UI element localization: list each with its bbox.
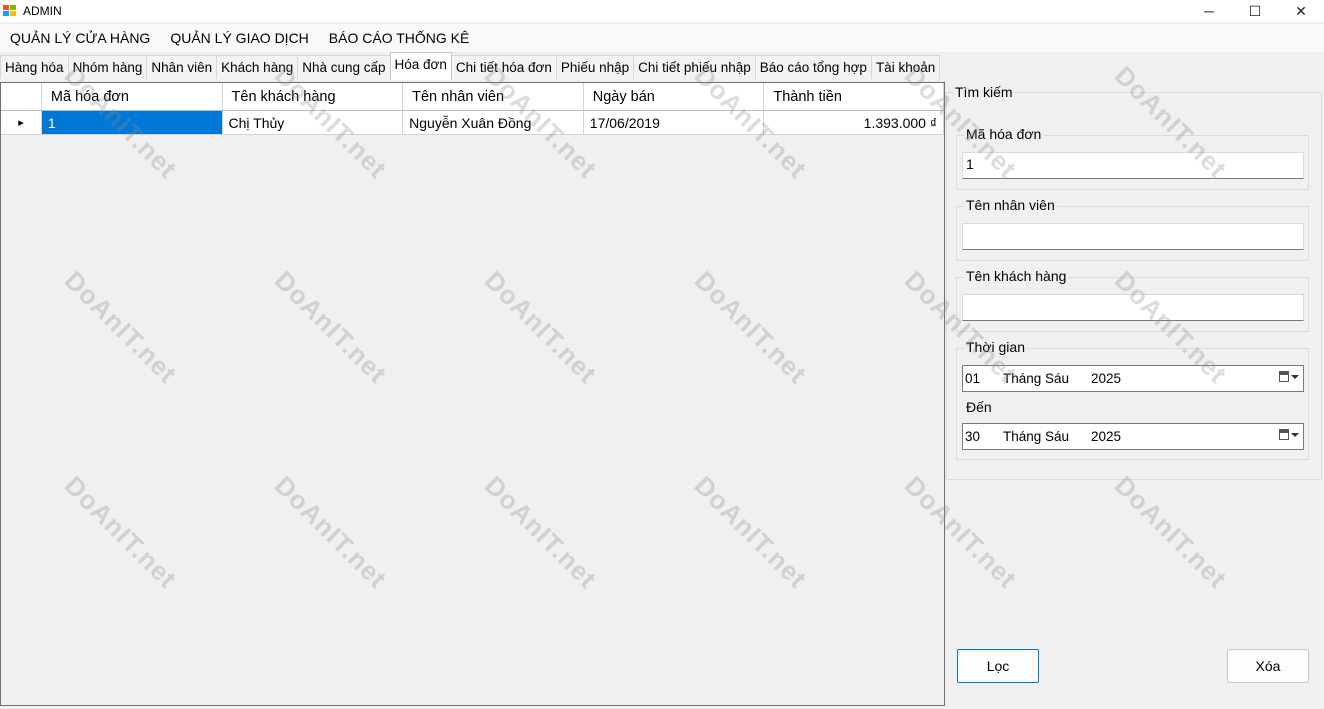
from-calendar-dropdown[interactable] <box>1279 371 1299 382</box>
filter-button[interactable]: Lọc <box>957 649 1039 683</box>
app-icon <box>3 5 17 17</box>
tab-tai-khoan[interactable]: Tài khoản <box>870 55 941 79</box>
invoice-id-input[interactable]: 1 <box>962 152 1304 179</box>
maximize-button[interactable]: ☐ <box>1232 0 1278 22</box>
tab-khach-hang[interactable]: Khách hàng <box>216 55 299 79</box>
tab-chi-tiet-hoa-don[interactable]: Chi tiết hóa đơn <box>450 55 557 79</box>
tab-nhan-vien[interactable]: Nhân viên <box>146 55 218 79</box>
column-header-ten-nhan-vien[interactable]: Tên nhân viên <box>403 83 584 110</box>
to-calendar-dropdown[interactable] <box>1279 429 1299 440</box>
tab-hang-hoa[interactable]: Hàng hóa <box>0 55 69 79</box>
from-date-picker[interactable]: 01 Tháng Sáu 2025 <box>962 365 1304 392</box>
title-bar: ADMIN ─ ☐ ✕ <box>0 0 1324 22</box>
calendar-icon <box>1279 371 1289 382</box>
search-title: Tìm kiếm <box>953 84 1015 100</box>
cell-ten-khach-hang[interactable]: Chị Thủy <box>223 111 404 134</box>
menu-bar: QUẢN LÝ CỬA HÀNG QUẢN LÝ GIAO DỊCH BÁO C… <box>0 24 1324 52</box>
tab-strip: Hàng hóa Nhóm hàng Nhân viên Khách hàng … <box>0 52 1324 80</box>
to-year[interactable]: 2025 <box>1091 429 1131 444</box>
table-row[interactable]: ▸ 1 Chị Thủy Nguyễn Xuân Đồng 17/06/2019… <box>1 111 945 135</box>
tab-hoa-don[interactable]: Hóa đơn <box>389 52 452 80</box>
calendar-icon <box>1279 429 1289 440</box>
tab-bao-cao-tong-hop[interactable]: Báo cáo tổng hợp <box>754 55 872 79</box>
close-button[interactable]: ✕ <box>1278 0 1324 22</box>
row-selector[interactable]: ▸ <box>1 111 42 134</box>
from-year[interactable]: 2025 <box>1091 371 1131 386</box>
to-month[interactable]: Tháng Sáu <box>1003 429 1091 444</box>
column-header-ngay-ban[interactable]: Ngày bán <box>584 83 765 110</box>
employee-input[interactable] <box>962 223 1304 250</box>
row-header-corner[interactable] <box>1 83 42 110</box>
tab-nhom-hang[interactable]: Nhóm hàng <box>67 55 148 79</box>
chevron-down-icon <box>1291 374 1299 379</box>
from-month[interactable]: Tháng Sáu <box>1003 371 1091 386</box>
current-row-icon: ▸ <box>18 117 24 129</box>
cell-ngay-ban[interactable]: 17/06/2019 <box>584 111 765 134</box>
from-day[interactable]: 01 <box>963 371 1003 386</box>
window-title: ADMIN <box>23 4 62 18</box>
grid-header: Mã hóa đơn Tên khách hàng Tên nhân viên … <box>1 83 944 111</box>
column-header-thanh-tien[interactable]: Thành tiền <box>764 83 944 110</box>
cell-thanh-tien[interactable]: 1.393.000 ₫ <box>764 111 945 134</box>
tab-phieu-nhap[interactable]: Phiếu nhập <box>555 55 635 79</box>
menu-quan-ly-cua-hang[interactable]: QUẢN LÝ CỬA HÀNG <box>0 24 160 52</box>
menu-bao-cao-thong-ke[interactable]: BÁO CÁO THỐNG KÊ <box>319 24 480 52</box>
customer-label: Tên khách hàng <box>964 268 1069 284</box>
to-label: Đến <box>964 399 994 415</box>
minimize-button[interactable]: ─ <box>1186 0 1232 22</box>
time-label: Thời gian <box>964 339 1027 355</box>
column-header-ten-khach-hang[interactable]: Tên khách hàng <box>223 83 404 110</box>
column-header-ma-hoa-don[interactable]: Mã hóa đơn <box>42 83 223 110</box>
cell-ma-hoa-don[interactable]: 1 <box>41 111 223 134</box>
tab-nha-cung-cap[interactable]: Nhà cung cấp <box>297 55 391 79</box>
menu-quan-ly-giao-dich[interactable]: QUẢN LÝ GIAO DỊCH <box>160 24 318 52</box>
invoice-id-label: Mã hóa đơn <box>964 126 1044 142</box>
to-date-picker[interactable]: 30 Tháng Sáu 2025 <box>962 423 1304 450</box>
search-panel: Tìm kiếm Mã hóa đơn 1 Tên nhân viên Tên … <box>946 82 1324 709</box>
invoice-grid[interactable]: Mã hóa đơn Tên khách hàng Tên nhân viên … <box>0 82 945 706</box>
customer-input[interactable] <box>962 294 1304 321</box>
tab-chi-tiet-phieu-nhap[interactable]: Chi tiết phiếu nhập <box>633 55 756 79</box>
chevron-down-icon <box>1291 432 1299 437</box>
to-day[interactable]: 30 <box>963 429 1003 444</box>
cell-ten-nhan-vien[interactable]: Nguyễn Xuân Đồng <box>403 111 584 134</box>
delete-button[interactable]: Xóa <box>1227 649 1309 683</box>
employee-label: Tên nhân viên <box>964 197 1057 213</box>
